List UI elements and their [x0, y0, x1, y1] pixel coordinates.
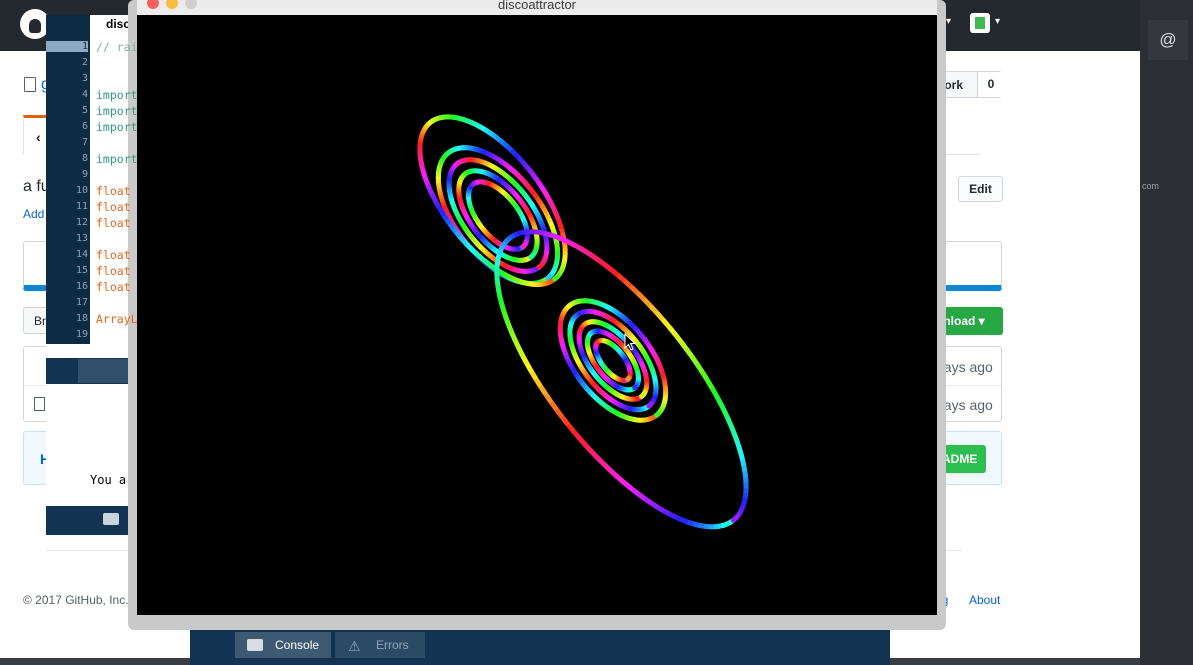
- line-number: 19: [75, 329, 88, 340]
- line-number: 1: [46, 41, 88, 52]
- attractor-segment: [646, 402, 653, 409]
- line-number: 11: [75, 201, 88, 212]
- editor-bar-chip: [78, 359, 130, 383]
- sketch-title: discoattractor: [497, 0, 577, 12]
- repo-icon: [24, 77, 36, 92]
- add-topics-link[interactable]: Add: [23, 207, 44, 221]
- line-number: 2: [81, 57, 88, 68]
- line-number: 7: [81, 137, 88, 148]
- sketch-titlebar: discoattractor: [137, 0, 937, 15]
- code-line: import: [96, 104, 137, 118]
- errors-tab[interactable]: ⚠ Errors: [335, 632, 425, 658]
- chevron-down-icon[interactable]: ▾: [946, 16, 951, 27]
- attractor-segment: [520, 243, 527, 250]
- editor-console-bar: [46, 506, 137, 535]
- console-tab-label: Console: [275, 638, 320, 652]
- attractor-segment: [545, 274, 552, 281]
- line-gutter: [46, 39, 90, 359]
- line-number: 3: [81, 73, 88, 84]
- tab-code[interactable]: ‹: [23, 115, 47, 155]
- warning-icon: ⚠: [348, 638, 361, 654]
- console-icon: [247, 639, 263, 651]
- attractor-segment: [632, 384, 638, 391]
- line-number: 10: [75, 185, 88, 196]
- file-icon: [34, 397, 45, 411]
- console-tab[interactable]: Console: [235, 632, 331, 658]
- code-line: float: [96, 216, 131, 230]
- attractor-segment: [639, 393, 645, 400]
- line-number: 8: [81, 153, 88, 164]
- line-number: 14: [75, 249, 88, 260]
- line-number: 5: [81, 105, 88, 116]
- line-number: 9: [81, 169, 88, 180]
- code-line: float: [96, 280, 131, 294]
- line-number: 15: [75, 265, 88, 276]
- line-number: 6: [81, 121, 88, 132]
- fork-count[interactable]: 0: [977, 72, 1004, 97]
- line-number: 12: [75, 217, 88, 228]
- line-number: 13: [75, 233, 88, 244]
- avatar[interactable]: [970, 13, 990, 33]
- code-area[interactable]: [46, 39, 137, 359]
- code-line: ArrayL: [96, 312, 137, 326]
- attractor-segment: [653, 411, 661, 418]
- code-line: float: [96, 200, 131, 214]
- attractor-segment: [730, 515, 739, 523]
- code-line: float: [96, 248, 131, 262]
- footer-copyright: © 2017 GitHub, Inc.: [23, 593, 129, 607]
- code-icon: ‹: [36, 129, 41, 145]
- attractor-segment: [552, 274, 560, 282]
- code-line: import: [96, 88, 137, 102]
- chevron-down-icon[interactable]: ▾: [995, 16, 1000, 27]
- errors-tab-label: Errors: [376, 638, 409, 652]
- console-icon[interactable]: [103, 513, 119, 525]
- at-icon[interactable]: @: [1148, 20, 1188, 60]
- line-number: 4: [81, 89, 88, 100]
- edit-button[interactable]: Edit: [958, 176, 1003, 202]
- code-line: float: [96, 184, 131, 198]
- editor-console: [46, 384, 137, 506]
- sketch-canvas[interactable]: [137, 15, 937, 615]
- attractor-segment: [528, 253, 535, 260]
- code-line: float: [96, 264, 131, 278]
- line-number: 18: [75, 313, 88, 324]
- footer-about-link[interactable]: About: [969, 593, 1000, 607]
- line-number: 17: [75, 297, 88, 308]
- code-line: // rai: [96, 40, 137, 54]
- branch-label: Br: [34, 314, 46, 328]
- code-line: import: [96, 120, 137, 134]
- console-bar: Console ⚠ Errors: [190, 630, 890, 665]
- side-panel-domain: com: [1142, 181, 1160, 191]
- code-line: import: [96, 152, 137, 166]
- mouse-cursor-icon: [624, 333, 637, 351]
- line-number: 16: [75, 281, 88, 292]
- lorenz-attractor-graphic: [417, 114, 749, 530]
- attractor-segment: [536, 263, 543, 270]
- side-panel: [1140, 0, 1193, 665]
